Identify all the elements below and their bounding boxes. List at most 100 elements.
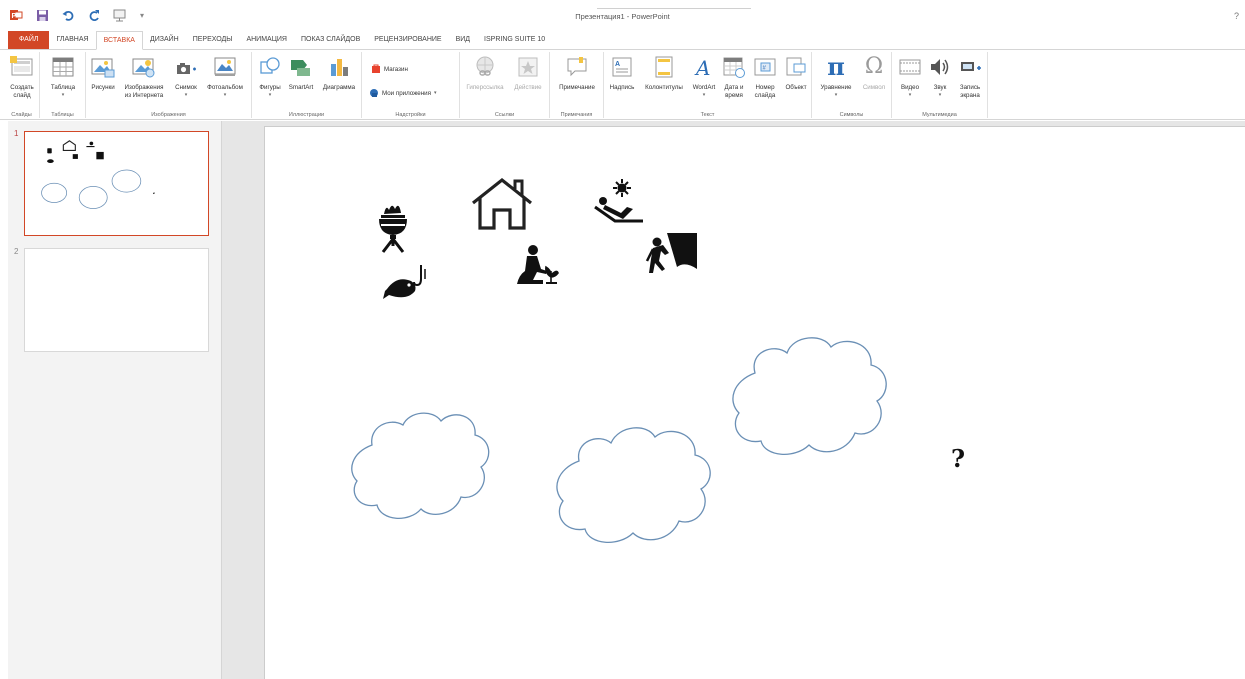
my-apps-label: Мои приложения [382, 89, 431, 97]
symbol-label: Символ [862, 84, 886, 91]
online-pictures-icon [131, 54, 157, 80]
chart-icon [326, 54, 352, 80]
table-button[interactable]: Таблица ▾ [45, 54, 81, 99]
sunbathing-icon[interactable] [593, 179, 647, 225]
group-illustrations: Фигуры ▾ SmartArt Диаграмма Иллюстрации [252, 52, 362, 118]
tab-slideshow[interactable]: ПОКАЗ СЛАЙДОВ [294, 31, 367, 49]
group-text: A Надпись Колонтитулы A WordArt ▾ Дата и… [604, 52, 812, 118]
group-label-text: Текст [700, 112, 715, 118]
tab-insert[interactable]: ВСТАВКА [95, 31, 143, 50]
grill-icon[interactable] [375, 202, 411, 254]
omega-icon: Ω [864, 54, 884, 80]
store-icon [372, 64, 380, 73]
thumbnails-scrollbar[interactable] [0, 121, 8, 679]
question-icon[interactable]: ? [951, 445, 973, 473]
photo-album-icon [212, 54, 238, 80]
cloud-shape-3[interactable] [727, 329, 893, 463]
textbox-button[interactable]: A Надпись [605, 54, 639, 92]
object-icon [783, 54, 809, 80]
equation-caret-icon: ▾ [834, 91, 838, 98]
equation-label: Уравнение [820, 84, 852, 91]
object-label: Объект [785, 84, 807, 91]
tab-animations[interactable]: АНИМАЦИЯ [239, 31, 294, 49]
group-label-tables: Таблицы [51, 112, 74, 118]
pictures-icon [90, 54, 116, 80]
screen-recording-icon [957, 54, 983, 80]
my-apps-button[interactable]: Мои приложения ▾ [369, 88, 436, 98]
header-footer-button[interactable]: Колонтитулы [639, 54, 689, 92]
current-slide-canvas[interactable]: ? [264, 126, 1245, 679]
photo-album-button[interactable]: Фотоальбом ▾ [202, 54, 248, 99]
slide-thumbnails-pane: 1 2 [0, 121, 222, 679]
slide-number-label-1: Номер [755, 84, 775, 91]
house-icon[interactable] [469, 177, 535, 231]
help-button[interactable]: ? [1234, 11, 1239, 21]
symbol-button[interactable]: Ω Символ [858, 54, 890, 92]
new-slide-button[interactable]: Создать слайд [7, 54, 37, 99]
shapes-icon [257, 54, 283, 80]
group-slides: Создать слайд Слайды [4, 52, 40, 118]
video-icon [897, 54, 923, 80]
ribbon: Создать слайд Слайды Таблица ▾ Таблицы Р… [0, 50, 1245, 120]
slide-number-icon: # [752, 54, 778, 80]
audio-button[interactable]: Звук ▾ [926, 54, 954, 99]
photo-album-caret-icon: ▾ [223, 91, 227, 98]
wordart-caret-icon: ▾ [702, 91, 706, 98]
object-button[interactable]: Объект [781, 54, 811, 92]
smartart-button[interactable]: SmartArt [284, 54, 318, 92]
group-label-symbols: Символы [839, 112, 864, 118]
new-slide-icon [9, 54, 35, 80]
screen-recording-button[interactable]: Запись экрана [954, 54, 986, 99]
screenshot-button[interactable]: Снимок ▾ [170, 54, 202, 99]
new-slide-label-2: слайд [13, 91, 31, 99]
store-button[interactable]: Магазин [371, 64, 408, 74]
thumbnail-1-preview [41, 140, 155, 209]
header-footer-label: Колонтитулы [645, 84, 683, 91]
group-addins: Магазин Мои приложения ▾ Надстройки [362, 52, 460, 118]
hyperlink-button[interactable]: Гиперссылка [462, 54, 508, 92]
group-symbols: π Уравнение ▾ Ω Символ Символы [812, 52, 892, 118]
title-bar: P ▾ Презентация1 - PowerPoint ? [0, 0, 1245, 32]
tab-file[interactable]: ФАЙЛ [8, 31, 50, 49]
comment-button[interactable]: Примечание [552, 54, 602, 92]
chart-button[interactable]: Диаграмма [318, 54, 360, 92]
action-label: Действие [514, 84, 542, 91]
screen-recording-label-2: экрана [960, 91, 980, 99]
cloud-shape-2[interactable] [551, 419, 717, 549]
tab-review[interactable]: РЕЦЕНЗИРОВАНИЕ [367, 31, 448, 49]
fishing-icon[interactable] [383, 265, 431, 303]
online-pictures-button[interactable]: Изображения из Интернета [119, 54, 169, 99]
group-comments: Примечание Примечания [550, 52, 604, 118]
wordart-button[interactable]: A WordArt ▾ [689, 54, 719, 99]
wordart-label: WordArt [692, 84, 716, 91]
date-time-label-2: время [725, 91, 743, 99]
gardener-icon[interactable] [513, 245, 559, 285]
equation-button[interactable]: π Уравнение ▾ [814, 54, 858, 99]
textbox-label: Надпись [609, 84, 635, 91]
tab-home[interactable]: ГЛАВНАЯ [49, 31, 95, 49]
thumbnail-number-2: 2 [14, 247, 19, 256]
action-button[interactable]: Действие [508, 54, 548, 92]
tab-design[interactable]: ДИЗАЙН [143, 31, 186, 49]
pi-icon: π [827, 52, 845, 82]
tab-ispring[interactable]: ISPRING SUITE 10 [477, 31, 552, 49]
climber-icon[interactable] [645, 233, 697, 281]
svg-text:A: A [615, 61, 620, 68]
shapes-button[interactable]: Фигуры ▾ [254, 54, 286, 99]
group-tables: Таблица ▾ Таблицы [40, 52, 86, 118]
tab-view[interactable]: ВИД [449, 31, 477, 49]
cloud-shape-1[interactable] [349, 405, 493, 525]
video-caret-icon: ▾ [908, 91, 912, 98]
tab-transitions[interactable]: ПЕРЕХОДЫ [186, 31, 240, 49]
slide-number-button[interactable]: # Номер слайда [749, 54, 781, 99]
my-apps-icon [370, 89, 378, 97]
date-time-button[interactable]: Дата и время [719, 54, 749, 99]
table-caret-icon: ▾ [61, 91, 65, 98]
video-button[interactable]: Видео ▾ [894, 54, 926, 99]
pictures-button[interactable]: Рисунки [87, 54, 119, 92]
group-media: Видео ▾ Звук ▾ Запись экрана Мультимедиа [892, 52, 988, 118]
comment-label: Примечание [559, 84, 595, 91]
online-pictures-label-2: из Интернета [124, 91, 164, 99]
slide-thumbnail-1[interactable] [24, 131, 209, 236]
slide-thumbnail-2[interactable] [24, 248, 209, 352]
